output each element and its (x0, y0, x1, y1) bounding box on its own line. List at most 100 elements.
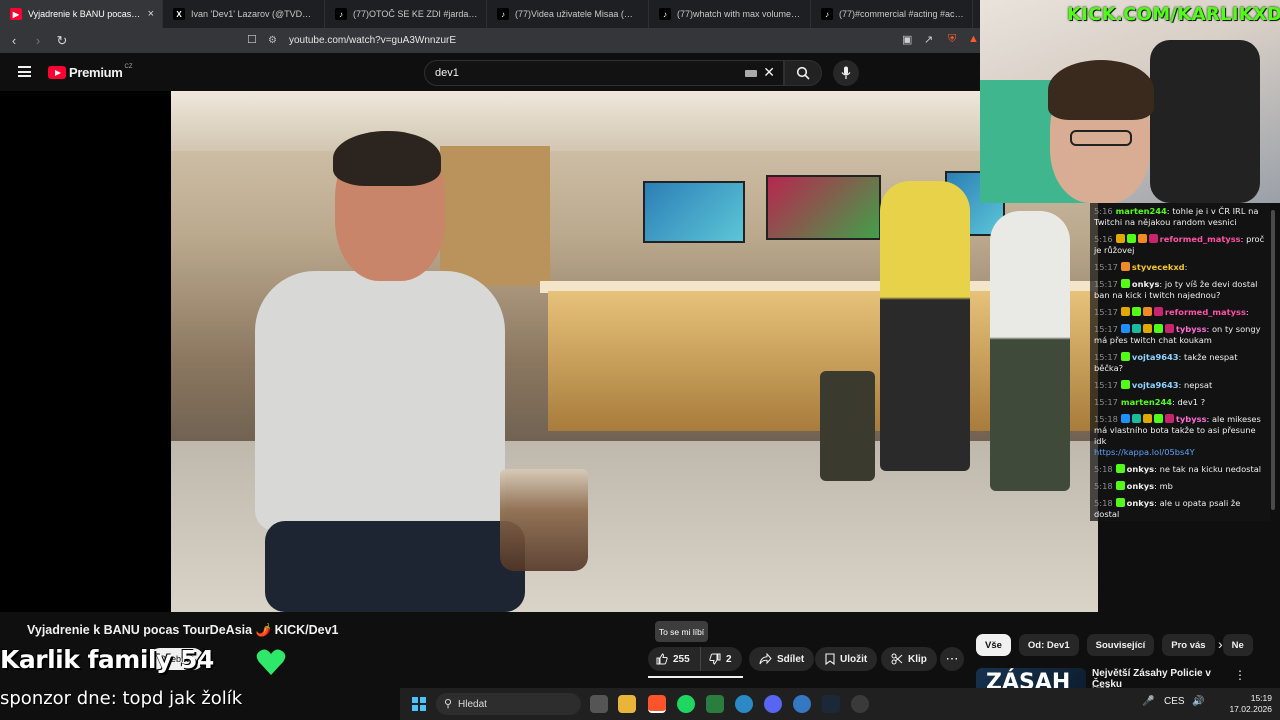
chat-message: 5:18 onkys: ne tak na kicku nedostal (1094, 464, 1268, 475)
spreadsheet-app-icon[interactable] (706, 695, 724, 713)
brave-shield-icon[interactable]: ⛨ (948, 33, 956, 46)
chat-text: mb (1159, 481, 1173, 491)
youtube-play-icon (48, 66, 66, 79)
browser-tab[interactable]: ♪ (77)Videa uživatele Misaa (@m.misa (487, 0, 649, 28)
chat-scrollbar[interactable] (1271, 210, 1275, 510)
keyboard-icon[interactable] (745, 70, 757, 77)
browser-tab[interactable]: ♪ (77)whatch with max volume 🔥 #st (649, 0, 811, 28)
dislike-button[interactable]: 2 (700, 647, 742, 671)
taskbar-clock[interactable]: 15:19 17.02.2026 (1220, 693, 1272, 715)
cast-icon[interactable]: ▣ (902, 33, 912, 46)
tiktok-icon: ♪ (335, 8, 347, 20)
recommendation-menu-icon[interactable]: ⋮ (1234, 668, 1246, 682)
bookmark-save-icon (825, 653, 835, 665)
close-tab-icon[interactable]: × (148, 8, 154, 20)
site-settings-icon[interactable]: ⚙ (268, 35, 277, 46)
chat-message: 15:18 tybyss: ale mikeses má vlastního bo… (1094, 414, 1268, 458)
brave-browser-icon[interactable] (648, 695, 666, 713)
filter-chip[interactable]: Vše (976, 634, 1011, 656)
chat-timestamp: 15:17 (1094, 324, 1118, 334)
chat-username[interactable]: tybyss (1176, 324, 1207, 334)
clip-button[interactable]: Klip (881, 647, 937, 671)
share-icon[interactable]: ↗ (924, 33, 933, 46)
clear-search-icon[interactable]: ✕ (763, 64, 775, 81)
filter-chip[interactable]: Pro vás (1162, 634, 1215, 656)
chat-username[interactable]: reformed_matyss (1160, 234, 1241, 244)
chat-badge-icon (1153, 324, 1163, 333)
share-button[interactable]: Sdílet (749, 647, 815, 671)
browser-app-icon-2[interactable] (793, 695, 811, 713)
taskbar-search[interactable]: ⚲ Hledat (436, 693, 581, 715)
bookmark-icon[interactable]: ☐ (247, 33, 257, 46)
brave-rewards-icon[interactable]: ▲ (968, 33, 979, 45)
microphone-tray-icon[interactable]: 🎤 (1142, 696, 1154, 707)
green-heart-icon (256, 649, 286, 675)
chat-timestamp: 15:17 (1094, 307, 1118, 317)
chat-username[interactable]: vojta9643 (1132, 380, 1179, 390)
chat-username[interactable]: onkys (1127, 498, 1154, 508)
browser-tab[interactable]: ♪ (77)OTOČ SE KE ZDI #jardakotlar #ic (325, 0, 487, 28)
chat-username[interactable]: onkys (1132, 279, 1159, 289)
search-button[interactable] (784, 60, 822, 86)
browser-tab[interactable]: X Ivan 'Dev1' Lazarov (@TVDev1) / X (163, 0, 325, 28)
save-button[interactable]: Uložit (815, 647, 878, 671)
chat-link[interactable]: https://kappa.lol/05bs4Y (1094, 447, 1195, 457)
chat-username[interactable]: marten244 (1121, 397, 1172, 407)
kick-url-overlay: KICK.COM/KARLIKXD (1067, 4, 1280, 25)
settings-icon[interactable] (851, 695, 869, 713)
youtube-header: Premium CZ dev1 ✕ (0, 53, 980, 91)
spotify-icon[interactable] (677, 695, 695, 713)
browser-tab[interactable]: ♪ (77)#commercial #acting #actorslife (811, 0, 973, 28)
address-bar[interactable]: ⚙ youtube.com/watch?v=guA3WnnzurE (268, 32, 456, 49)
chat-timestamp: 5:16 (1094, 234, 1113, 244)
video-player[interactable] (0, 91, 1098, 612)
volume-icon[interactable]: 🔊 (1192, 696, 1204, 707)
chat-username[interactable]: styvecekxd (1132, 262, 1185, 272)
chevron-right-icon[interactable]: › (1218, 636, 1223, 652)
chat-timestamp: 5:18 (1094, 464, 1113, 474)
chat-username[interactable]: tybyss (1176, 414, 1207, 424)
chat-username[interactable]: marten244 (1116, 206, 1167, 216)
reload-icon[interactable]: ↻ (52, 31, 72, 51)
clip-label: Klip (908, 653, 927, 665)
youtube-logo[interactable]: Premium CZ (48, 63, 133, 80)
cam-glasses (1070, 130, 1132, 146)
cam-chair (1150, 40, 1260, 203)
discord-icon[interactable] (764, 695, 782, 713)
task-view-icon[interactable] (590, 695, 608, 713)
chat-badge-icon (1142, 307, 1152, 316)
browser-tab[interactable]: ▶ Vyjadrenie k BANU pocas TourDeAsia × (0, 0, 163, 28)
chat-username[interactable]: reformed_matyss (1165, 307, 1246, 317)
hamburger-menu-icon[interactable] (18, 66, 31, 77)
back-icon[interactable]: ‹ (4, 31, 24, 51)
chat-timestamp: 15:18 (1094, 414, 1118, 424)
tab-label: (77)OTOČ SE KE ZDI #jardakotlar #ic (353, 9, 478, 19)
chat-message: 15:17 marten244: dev1 ? (1094, 397, 1268, 408)
chat-username[interactable]: vojta9643 (1132, 352, 1179, 362)
chat-badge-icon (1120, 324, 1130, 333)
filter-chip[interactable]: Související (1086, 634, 1155, 656)
recommendation-title[interactable]: Největší Zásahy Policie v Česku (1092, 668, 1232, 690)
chat-username[interactable]: onkys (1127, 481, 1154, 491)
chat-username[interactable]: onkys (1127, 464, 1154, 474)
voice-search-button[interactable] (833, 60, 859, 86)
video-luggage (820, 371, 875, 481)
browser-app-icon[interactable] (735, 695, 753, 713)
windows-start-icon[interactable] (412, 697, 426, 711)
chat-badge-icon (1131, 324, 1141, 333)
taskbar-search-placeholder: Hledat (458, 698, 487, 710)
tiktok-icon: ♪ (497, 8, 509, 20)
tiktok-icon: ♪ (659, 8, 671, 20)
steam-icon[interactable] (822, 695, 840, 713)
region-code: CZ (124, 63, 133, 70)
filter-chip[interactable]: Ne (1222, 634, 1253, 656)
language-indicator[interactable]: CES (1164, 696, 1185, 707)
forward-icon[interactable]: › (28, 31, 48, 51)
more-actions-icon[interactable]: ⋯ (940, 647, 964, 671)
file-explorer-icon[interactable] (618, 695, 636, 713)
like-button[interactable]: 255 (648, 647, 700, 671)
chat-badge-icon (1131, 307, 1141, 316)
filter-chip[interactable]: Od: Dev1 (1018, 634, 1079, 656)
youtube-logo-text: Premium (69, 65, 123, 80)
search-input[interactable]: dev1 ✕ (424, 60, 784, 86)
